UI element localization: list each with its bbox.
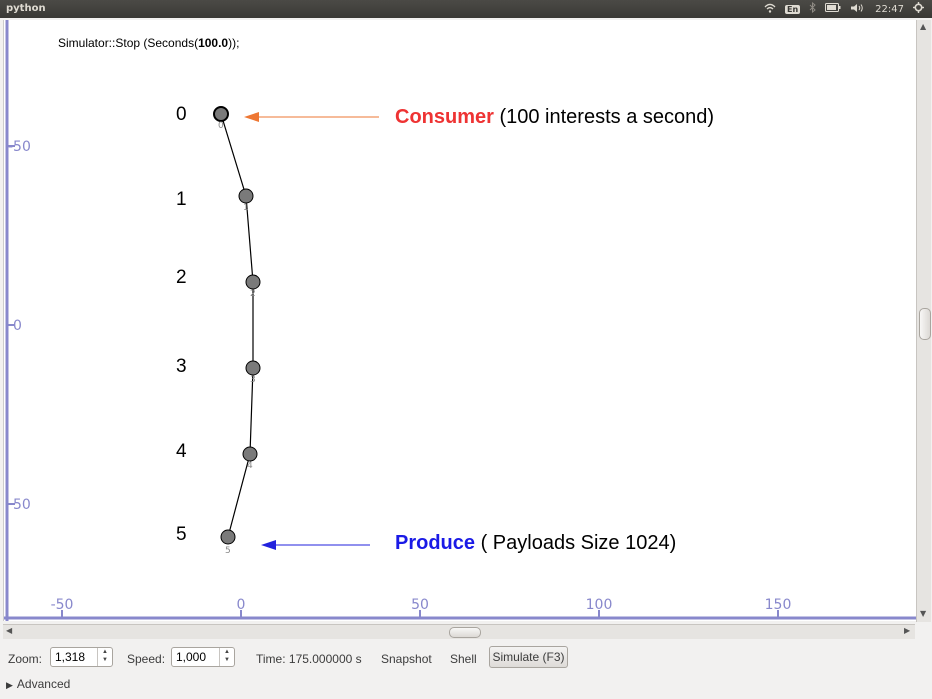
keyboard-layout-indicator[interactable]: En: [785, 4, 801, 14]
node-label-3: 3: [176, 356, 187, 377]
simulator-stop-code: Simulator::Stop (Seconds(100.0));: [58, 36, 239, 50]
node-label-0: 0: [176, 104, 187, 125]
code-prefix: Simulator::Stop (Seconds(: [58, 36, 199, 50]
node-0-circle: [213, 106, 229, 122]
node-2-id: 2: [250, 289, 256, 299]
node-label-2: 2: [176, 267, 187, 288]
system-top-bar: python En 22:47: [0, 0, 932, 18]
producer-annotation: Produce ( Payloads Size 1024): [395, 532, 676, 555]
consumer-detail: (100 interests a second): [499, 106, 715, 128]
vertical-scrollbar[interactable]: ▲ ▼: [916, 20, 931, 622]
shell-button[interactable]: Shell: [450, 652, 477, 666]
scroll-left-arrow-icon[interactable]: ◀: [6, 626, 12, 635]
node-4-circle: [242, 446, 258, 462]
vertical-scroll-thumb[interactable]: [919, 308, 931, 340]
zoom-spinbox[interactable]: ▲▼: [50, 647, 113, 667]
consumer-arrow-head: [244, 112, 259, 122]
producer-arrow-head: [261, 540, 276, 550]
scroll-right-arrow-icon[interactable]: ▶: [904, 626, 910, 635]
node-4-id: 4: [247, 461, 253, 471]
window-title: python: [6, 3, 46, 14]
bluetooth-icon[interactable]: [809, 1, 816, 16]
gear-icon[interactable]: [913, 2, 924, 16]
producer-detail: ( Payloads Size 1024): [480, 532, 677, 554]
battery-icon[interactable]: [825, 3, 841, 15]
x-tick-label: 50: [411, 597, 429, 613]
node-5-id: 5: [225, 546, 231, 556]
speed-label: Speed:: [127, 652, 166, 666]
wifi-icon[interactable]: [764, 3, 776, 16]
volume-icon[interactable]: [850, 3, 864, 16]
consumer-keyword: Consumer: [395, 106, 494, 128]
time-readout: Time: 175.000000 s: [256, 652, 362, 666]
horizontal-scrollbar[interactable]: ◀ ▶: [3, 624, 915, 639]
node-3-id: 3: [250, 375, 256, 385]
node-label-1: 1: [176, 189, 187, 210]
snapshot-button[interactable]: Snapshot: [381, 652, 432, 666]
x-tick-label: 100: [586, 597, 613, 613]
zoom-stepper-arrows-icon[interactable]: ▲ ▼: [97, 648, 112, 666]
node-2-circle: [245, 274, 261, 290]
x-tick-label: -50: [51, 597, 74, 613]
y-tick-label: 0: [13, 318, 22, 334]
node-0-id: 0: [218, 121, 224, 131]
y-tick-label: 50: [13, 497, 31, 513]
node-link-chain: [220, 113, 254, 538]
clock[interactable]: 22:47: [875, 4, 904, 15]
advanced-expander[interactable]: ▶ Advanced: [6, 677, 70, 691]
zoom-label: Zoom:: [8, 652, 43, 666]
node-3-circle: [245, 360, 261, 376]
node-1-circle: [238, 188, 254, 204]
zoom-input[interactable]: [55, 650, 99, 664]
horizontal-scroll-thumb[interactable]: [449, 627, 481, 638]
x-tick-label: 0: [237, 597, 246, 613]
simulate-button[interactable]: Simulate (F3): [489, 646, 568, 668]
system-tray: En 22:47: [764, 1, 924, 16]
expander-triangle-icon[interactable]: ▶: [6, 680, 13, 690]
scroll-down-arrow-icon[interactable]: ▼: [920, 609, 926, 618]
node-label-5: 5: [176, 524, 187, 545]
advanced-label: Advanced: [16, 677, 71, 691]
producer-keyword: Produce: [395, 532, 476, 554]
node-label-4: 4: [176, 441, 187, 462]
bottom-toolbar: Zoom: ▲▼ Speed: ▲▼ Time: 175.000000 s Sn…: [0, 644, 932, 672]
code-suffix: ));: [228, 36, 240, 50]
scroll-up-arrow-icon[interactable]: ▲: [920, 22, 926, 31]
node-1-id: 1: [243, 203, 249, 213]
consumer-annotation: Consumer (100 interests a second): [395, 106, 714, 129]
y-tick-label: -50: [8, 139, 31, 155]
node-5-circle: [220, 529, 236, 545]
speed-input[interactable]: [176, 650, 220, 664]
speed-spinbox[interactable]: ▲▼: [171, 647, 235, 667]
topology-canvas[interactable]: 0 1 2 3 4 5 -50 0 50 -50 0 50 100 150 Si…: [3, 20, 916, 621]
speed-stepper-arrows-icon[interactable]: ▲ ▼: [219, 648, 234, 666]
code-value: 100.0: [198, 36, 229, 50]
x-tick-label: 150: [765, 597, 792, 613]
